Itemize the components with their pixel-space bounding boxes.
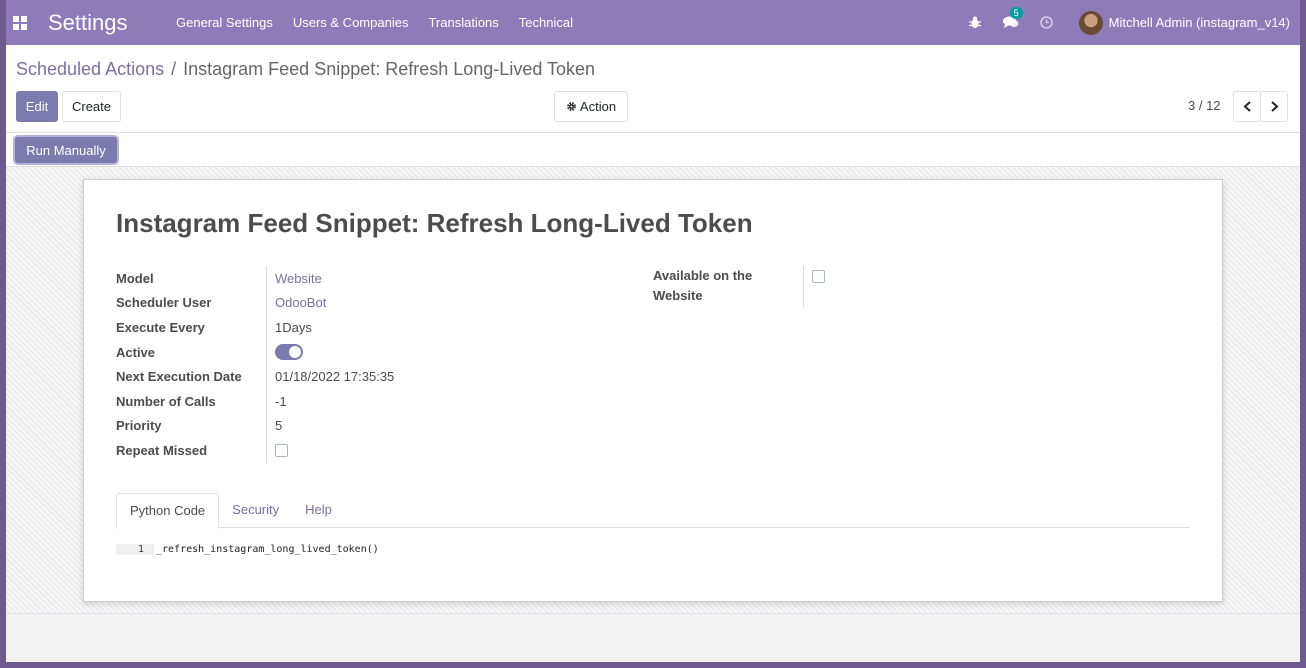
main-menu: General Settings Users & Companies Trans… bbox=[166, 15, 583, 30]
available-on-website-checkbox[interactable] bbox=[812, 270, 825, 283]
control-panel: Scheduled Actions / Instagram Feed Snipp… bbox=[6, 45, 1300, 133]
model-label: Model bbox=[116, 270, 154, 286]
menu-general-settings[interactable]: General Settings bbox=[166, 15, 283, 30]
tab-help[interactable]: Help bbox=[292, 493, 345, 527]
field-row-active: Active bbox=[116, 339, 394, 365]
execute-every-value: 1Days bbox=[275, 319, 312, 335]
code-line-number: 1 bbox=[116, 544, 154, 555]
action-dropdown[interactable]: Action bbox=[554, 91, 628, 122]
tab-security[interactable]: Security bbox=[219, 493, 292, 527]
form-statusbar: Run Manually bbox=[6, 133, 1300, 167]
action-label: Action bbox=[579, 99, 617, 114]
create-button[interactable]: Create bbox=[62, 91, 121, 122]
model-value-link[interactable]: Website bbox=[275, 271, 322, 286]
menu-translations[interactable]: Translations bbox=[418, 15, 508, 30]
number-of-calls-label: Number of Calls bbox=[116, 393, 216, 409]
breadcrumb-separator: / bbox=[171, 59, 177, 79]
messages-badge: 5 bbox=[1009, 6, 1023, 19]
number-of-calls-value: -1 bbox=[275, 393, 287, 409]
form-sheet: Instagram Feed Snippet: Refresh Long-Liv… bbox=[83, 179, 1223, 602]
app-window: Settings General Settings Users & Compan… bbox=[6, 0, 1300, 662]
active-toggle[interactable] bbox=[275, 344, 303, 361]
field-row-interval: Execute Every 1Days bbox=[116, 315, 394, 340]
right-field-group: Available on the Website bbox=[653, 266, 825, 308]
menu-technical[interactable]: Technical bbox=[509, 15, 583, 30]
avatar bbox=[1078, 10, 1103, 35]
record-title: Instagram Feed Snippet: Refresh Long-Liv… bbox=[116, 208, 753, 238]
code-line: _refresh_instagram_long_lived_token() bbox=[156, 544, 379, 555]
code-editor[interactable]: 1 _refresh_instagram_long_lived_token() bbox=[116, 544, 379, 555]
field-row-user: Scheduler User OdooBot bbox=[116, 290, 394, 316]
pager-next-button[interactable] bbox=[1260, 91, 1288, 122]
repeat-missed-checkbox[interactable] bbox=[275, 443, 288, 457]
user-menu[interactable]: Mitchell Admin (instagram_v14) bbox=[1078, 10, 1290, 35]
edit-button[interactable]: Edit bbox=[16, 91, 58, 122]
field-row-model: Model Website bbox=[116, 266, 394, 291]
systray: 5 Mitchell Admin (instagram_v14) bbox=[957, 0, 1300, 45]
scheduler-user-link[interactable]: OdooBot bbox=[275, 295, 326, 310]
menu-users-companies[interactable]: Users & Companies bbox=[283, 15, 419, 30]
field-row-repeat-missed: Repeat Missed bbox=[116, 438, 394, 463]
repeat-missed-label: Repeat Missed bbox=[116, 442, 208, 458]
field-row-priority: Priority 5 bbox=[116, 413, 394, 439]
field-row-nextcall: Next Execution Date 01/18/2022 17:35:35 bbox=[116, 364, 394, 389]
priority-value: 5 bbox=[275, 418, 283, 434]
tab-python-code[interactable]: Python Code bbox=[116, 493, 220, 529]
breadcrumb: Scheduled Actions / Instagram Feed Snipp… bbox=[16, 59, 595, 80]
notebook-tabs: Python Code Security Help bbox=[116, 493, 1190, 529]
active-label: Active bbox=[116, 344, 156, 360]
scheduler-user-label: Scheduler User bbox=[116, 295, 212, 311]
activity-clock-icon[interactable] bbox=[1037, 13, 1057, 33]
debug-bug-icon[interactable] bbox=[965, 13, 985, 33]
app-title[interactable]: Settings bbox=[48, 10, 166, 36]
available-on-website-label: Available on the Website bbox=[653, 268, 753, 303]
priority-label: Priority bbox=[116, 418, 162, 434]
pager-value[interactable]: 3 / 12 bbox=[1188, 98, 1221, 113]
next-execution-date-label: Next Execution Date bbox=[116, 369, 242, 385]
apps-menu-icon[interactable] bbox=[10, 13, 30, 33]
breadcrumb-current: Instagram Feed Snippet: Refresh Long-Liv… bbox=[183, 59, 596, 79]
top-navbar: Settings General Settings Users & Compan… bbox=[6, 0, 1300, 45]
breadcrumb-scheduled-actions[interactable]: Scheduled Actions bbox=[16, 59, 164, 80]
field-row-numcall: Number of Calls -1 bbox=[116, 388, 394, 414]
user-name: Mitchell Admin (instagram_v14) bbox=[1108, 15, 1290, 30]
left-field-group: Model Website Scheduler User OdooBot Exe… bbox=[116, 266, 394, 463]
messages-icon[interactable]: 5 bbox=[1001, 6, 1023, 33]
pager-previous-button[interactable] bbox=[1233, 91, 1261, 122]
form-sheet-background: Instagram Feed Snippet: Refresh Long-Liv… bbox=[6, 167, 1300, 614]
next-execution-date-value: 01/18/2022 17:35:35 bbox=[275, 369, 395, 385]
gear-icon bbox=[566, 101, 577, 112]
run-manually-button[interactable]: Run Manually bbox=[15, 137, 117, 163]
execute-every-label: Execute Every bbox=[116, 319, 205, 335]
chevron-right-icon bbox=[1270, 101, 1278, 112]
chevron-left-icon bbox=[1243, 101, 1251, 112]
